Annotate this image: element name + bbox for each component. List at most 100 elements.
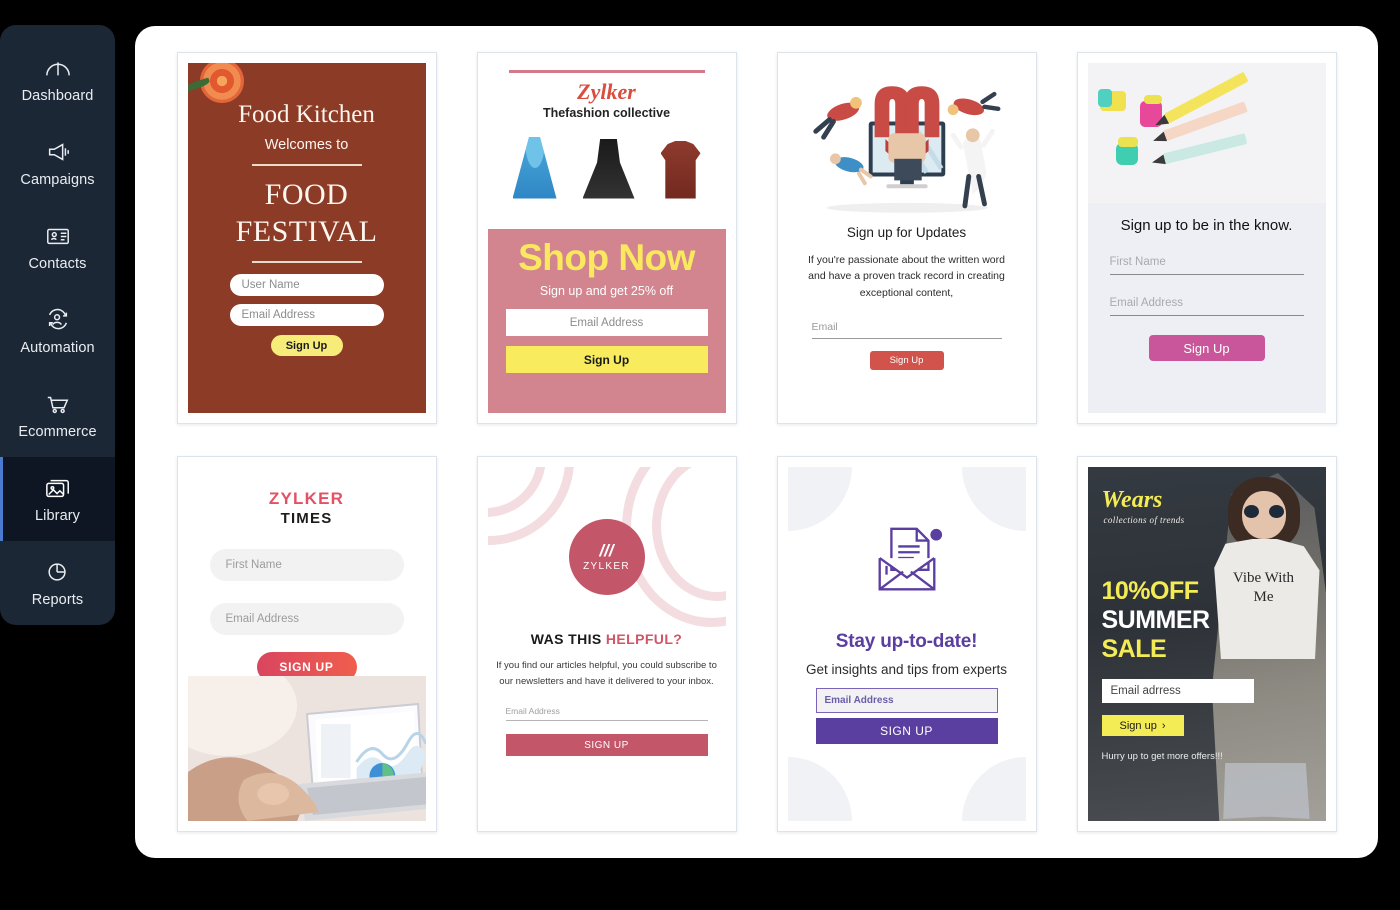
brand-title: Food Kitchen — [238, 101, 375, 128]
email-input[interactable]: Email Address — [505, 706, 708, 722]
email-input[interactable]: Email Address — [815, 688, 998, 713]
corner-shape-top-right — [961, 467, 1026, 531]
subline: Get insights and tips from experts — [805, 662, 1008, 677]
brand-logo-bottom: TIMES — [280, 510, 333, 527]
template-preview: ZYLKER TIMES First Name Email Address SI… — [187, 467, 426, 821]
corner-shape-bottom-left — [787, 757, 852, 821]
stationery-photo — [1087, 63, 1326, 203]
images-icon — [43, 475, 73, 501]
brand-logo-top: ZYLKER — [268, 489, 345, 508]
template-card-wears-summer-sale[interactable]: Vibe With Me Wears collections of trends… — [1076, 456, 1337, 832]
sidebar-item-label: Automation — [20, 339, 95, 356]
headline: Sign up for Updates — [846, 225, 967, 240]
email-input[interactable]: Email Address — [229, 304, 384, 327]
headline-line-2: FESTIVAL — [235, 214, 378, 248]
tomato-slice-icon — [199, 63, 244, 103]
laptop-photo — [187, 676, 426, 821]
product-images — [488, 127, 726, 199]
email-input[interactable]: Email Address — [1109, 297, 1304, 316]
welcome-text: Welcomes to — [264, 137, 349, 153]
brand-tagline: Thefashion collective — [542, 105, 671, 120]
sidebar-item-automation[interactable]: Automation — [0, 289, 115, 373]
email-input[interactable]: Email Address — [209, 603, 404, 635]
headline: Shop Now — [518, 237, 695, 278]
offer-headline: 10%OFF — [1101, 577, 1200, 605]
template-preview: /// ZYLKER WAS THIS HELPFUL? If you find… — [487, 467, 726, 821]
first-name-input[interactable]: First Name — [1109, 256, 1304, 275]
eraser-teal — [1097, 89, 1112, 107]
username-input[interactable]: User Name — [229, 274, 384, 297]
red-shirt-image — [660, 140, 701, 199]
sidebar-item-reports[interactable]: Reports — [0, 541, 115, 625]
automation-users-icon — [43, 307, 73, 333]
library-templates-panel: Food Kitchen Welcomes to FOOD FESTIVAL U… — [135, 26, 1378, 858]
headline: Sign up to be in the know. — [1120, 217, 1293, 234]
sidebar-item-label: Dashboard — [21, 87, 94, 104]
model-shorts — [1223, 763, 1310, 819]
email-input[interactable]: Email — [811, 321, 1002, 339]
corner-shape-top-left — [787, 467, 852, 531]
sidebar-item-label: Contacts — [28, 255, 87, 272]
sidebar: Dashboard Campaigns Contacts Automation … — [0, 25, 115, 625]
template-preview: Sign up to be in the know. First Name Em… — [1087, 63, 1326, 413]
shopping-cart-icon — [43, 391, 73, 417]
divider — [251, 261, 362, 264]
headline: WAS THIS HELPFUL? — [488, 631, 726, 647]
blue-gown-image — [512, 136, 557, 199]
decorative-arc-left-2 — [487, 467, 574, 545]
template-card-in-the-know[interactable]: Sign up to be in the know. First Name Em… — [1076, 52, 1337, 424]
template-card-food-festival[interactable]: Food Kitchen Welcomes to FOOD FESTIVAL U… — [176, 52, 437, 424]
template-card-zylker-times[interactable]: ZYLKER TIMES First Name Email Address SI… — [176, 456, 437, 832]
signup-button[interactable]: Sign Up — [505, 346, 708, 373]
template-grid: Food Kitchen Welcomes to FOOD FESTIVAL U… — [135, 26, 1378, 858]
black-dress-image — [582, 138, 635, 199]
email-input[interactable]: Email Address — [505, 309, 708, 336]
template-card-was-this-helpful[interactable]: /// ZYLKER WAS THIS HELPFUL? If you find… — [476, 456, 737, 832]
corner-shape-bottom-right — [961, 757, 1026, 821]
template-card-signup-updates[interactable]: Sign up for Updates If you're passionate… — [776, 52, 1037, 424]
sidebar-item-ecommerce[interactable]: Ecommerce — [0, 373, 115, 457]
headline-accent: HELPFUL? — [605, 631, 683, 647]
tshirt-print-text: Vibe With Me — [1232, 570, 1295, 605]
sidebar-item-library[interactable]: Library — [0, 457, 115, 541]
sidebar-item-label: Ecommerce — [18, 423, 97, 440]
body-text: If you find our articles helpful, you co… — [496, 660, 717, 688]
eraser-green-cap — [1117, 137, 1138, 147]
sidebar-item-contacts[interactable]: Contacts — [0, 205, 115, 289]
template-card-zylker-shop[interactable]: Zylker Thefashion collective Shop Now Si… — [476, 52, 737, 424]
email-input[interactable]: Email adrress — [1101, 679, 1254, 703]
offer-panel: Shop Now Sign up and get 25% off Email A… — [487, 229, 726, 413]
signup-button[interactable]: Sign up › — [1101, 715, 1184, 736]
sidebar-item-label: Campaigns — [20, 171, 95, 188]
subline: Sign up and get 25% off — [539, 284, 674, 298]
sidebar-item-campaigns[interactable]: Campaigns — [0, 121, 115, 205]
dashboard-gauge-icon — [43, 55, 73, 81]
signup-button[interactable]: Sign Up — [270, 335, 343, 357]
headline: Stay up-to-date! — [835, 631, 978, 652]
brand-logo: /// ZYLKER — [568, 519, 645, 595]
body-text: If you're passionate about the written w… — [808, 254, 1005, 299]
template-preview: Sign up for Updates If you're passionate… — [787, 63, 1026, 413]
signup-button[interactable]: SIGN UP — [505, 734, 708, 757]
logo-mark-icon: /// — [599, 541, 614, 560]
first-name-input[interactable]: First Name — [209, 549, 404, 581]
signup-button-label: Sign up — [1119, 719, 1157, 732]
template-card-stay-up-to-date[interactable]: Stay up-to-date! Get insights and tips f… — [776, 456, 1037, 832]
megaphone-icon — [43, 139, 73, 165]
brand-logo: Zylker — [577, 78, 636, 104]
offer-line-3: SALE — [1101, 635, 1167, 663]
brand-logo: Wears — [1101, 487, 1163, 513]
top-rule — [508, 70, 705, 73]
magnet-illustration — [804, 73, 1010, 223]
signup-button[interactable]: Sign Up — [869, 350, 944, 370]
sidebar-item-label: Reports — [31, 591, 84, 608]
contact-card-icon — [43, 223, 73, 249]
signup-button[interactable]: SIGN UP — [815, 718, 998, 744]
offer-line-2: SUMMER — [1101, 606, 1211, 634]
logo-brand-text: ZYLKER — [583, 561, 630, 572]
headline-plain: WAS THIS — [530, 631, 606, 647]
sidebar-item-label: Library — [34, 507, 81, 524]
signup-button[interactable]: Sign Up — [1148, 335, 1265, 361]
divider — [251, 164, 362, 166]
sidebar-item-dashboard[interactable]: Dashboard — [0, 37, 115, 121]
